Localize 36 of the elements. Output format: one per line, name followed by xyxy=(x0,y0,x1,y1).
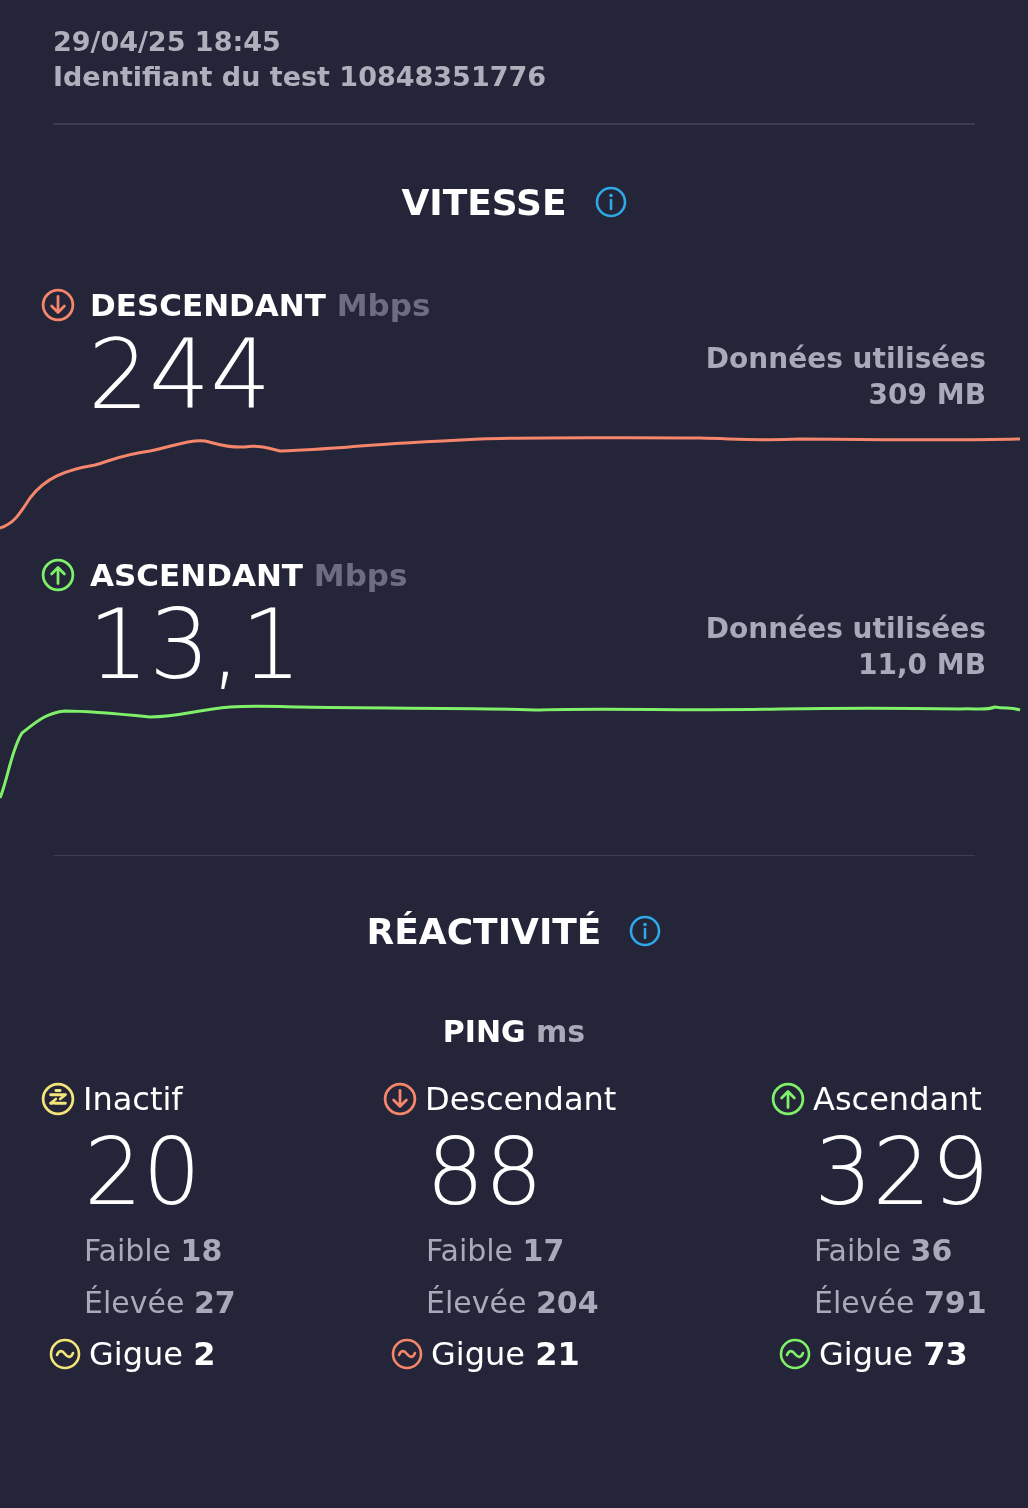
data-used-value: 11,0 MB xyxy=(856,647,986,683)
data-used-label: Données utilisées xyxy=(705,611,986,647)
ping-type-label: Inactif xyxy=(83,1080,183,1118)
section-title: VITESSE xyxy=(401,181,567,223)
unit-label: Mbps xyxy=(313,557,408,593)
wave-icon xyxy=(49,1338,81,1370)
unit-label: ms xyxy=(536,1014,586,1049)
metric-label: DESCENDANT xyxy=(90,287,326,323)
ping-type-label: Descendant xyxy=(425,1080,617,1118)
speed-value: 244 xyxy=(88,327,272,423)
jitter-text: Gigue 73 xyxy=(819,1335,968,1373)
data-used-label: Données utilisées xyxy=(705,341,986,377)
ping-type-label: Ascendant xyxy=(813,1080,982,1118)
low-ping-text: Faible 17 xyxy=(426,1232,566,1270)
low-ping-text: Faible 36 xyxy=(814,1232,954,1270)
info-icon[interactable] xyxy=(594,186,627,218)
jitter-text: Gigue 2 xyxy=(89,1335,216,1373)
high-ping-text: Élevée 27 xyxy=(84,1284,237,1322)
ping-value: 88 xyxy=(426,1121,545,1225)
wave-icon xyxy=(391,1338,423,1370)
section-title: RÉACTIVITÉ xyxy=(366,910,602,952)
jitter-text: Gigue 21 xyxy=(431,1335,580,1373)
ping-value: 329 xyxy=(814,1121,991,1225)
speed-value: 13,1 xyxy=(88,597,302,693)
wave-icon xyxy=(779,1338,811,1370)
high-ping-text: Élevée 204 xyxy=(426,1284,600,1322)
ping-value: 20 xyxy=(84,1121,203,1225)
metric-label: ASCENDANT xyxy=(90,557,303,593)
high-ping-text: Élevée 791 xyxy=(814,1284,988,1322)
data-used-value: 309 MB xyxy=(867,377,986,413)
unit-label: Mbps xyxy=(336,287,431,323)
ping-label: PING xyxy=(442,1014,526,1049)
info-icon[interactable] xyxy=(629,915,662,947)
low-ping-text: Faible 18 xyxy=(84,1232,224,1270)
test-date: 29/04/25 18:45 xyxy=(53,25,282,59)
test-id: Identifiant du test 10848351776 xyxy=(53,60,548,94)
